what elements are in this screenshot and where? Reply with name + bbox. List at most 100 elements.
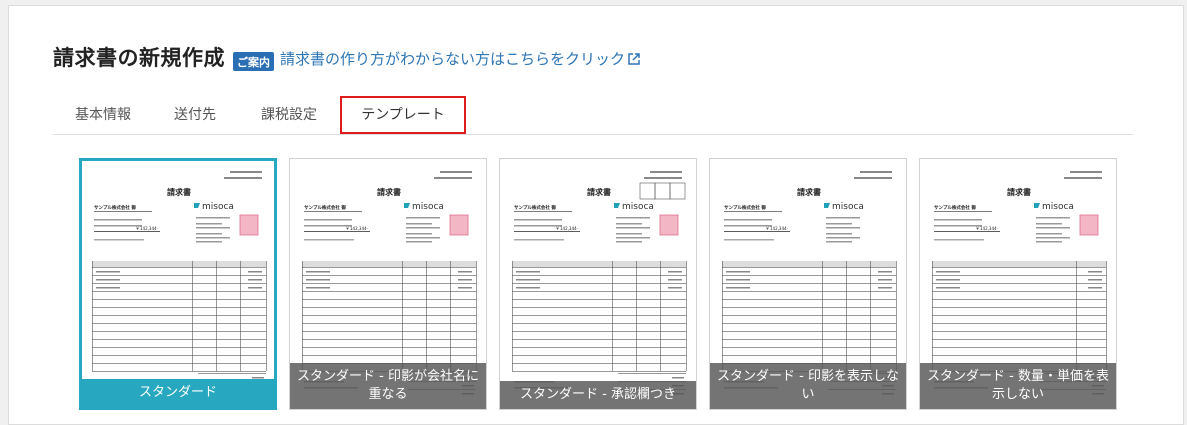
due-date-line — [724, 239, 774, 241]
invoice-recipient: サンプル株式会社 御 — [724, 204, 766, 211]
due-date-line — [304, 239, 354, 241]
table-row-line — [932, 283, 1106, 284]
tab-recipient[interactable]: 送付先 — [174, 104, 216, 124]
table-row-line — [722, 339, 896, 340]
table-row-line — [722, 323, 896, 324]
date-line — [650, 171, 682, 173]
item-text — [726, 287, 750, 289]
table-row-line — [932, 307, 1106, 308]
amount-underline — [304, 231, 370, 232]
misoca-logo-text: misoca — [412, 202, 444, 212]
company-seal — [449, 214, 469, 236]
invoice-no-line — [644, 177, 682, 179]
table-row-line — [512, 299, 686, 300]
misoca-logo-mark — [1034, 203, 1040, 208]
recipient-line — [724, 219, 772, 221]
tab-basic-info[interactable]: 基本情報 — [75, 104, 131, 124]
table-row-line — [722, 315, 896, 316]
table-row-line — [92, 355, 266, 356]
table-col-line — [302, 261, 303, 371]
invoice-thumbnail: 請求書サンプル株式会社 御 misoca ¥ 142,344- — [512, 171, 687, 395]
sender-line — [1036, 227, 1070, 229]
sender-line — [196, 241, 222, 243]
invoice-no-line — [434, 177, 472, 179]
table-col-line — [266, 261, 267, 371]
sender-line — [826, 241, 852, 243]
table-row-line — [932, 315, 1106, 316]
template-card[interactable]: 請求書 サンプル株式会社 御 misoca ¥ 142,344- スタンダード — [79, 158, 277, 410]
due-date-line — [514, 239, 564, 241]
table-row-line — [302, 291, 476, 292]
misoca-logo-mark — [404, 203, 410, 208]
date-line — [230, 171, 262, 173]
page-title: 請求書の新規作成 — [53, 46, 225, 70]
recipient-underline — [934, 211, 992, 212]
table-row-line — [512, 291, 686, 292]
item-text — [936, 287, 960, 289]
date-line — [1070, 171, 1102, 173]
item-text — [306, 279, 330, 281]
external-link-icon — [628, 51, 640, 69]
template-label: スタンダード - 数量・単価を表示しない — [920, 363, 1116, 409]
template-card[interactable]: 請求書 サンプル株式会社 御 misoca ¥ 142,344- スタンダード - 数… — [919, 158, 1117, 410]
table-row-line — [92, 275, 266, 276]
invoice-amount: ¥ 142,344- — [346, 226, 368, 231]
tab-template[interactable]: テンプレート — [340, 96, 466, 134]
template-card[interactable]: 請求書 サンプル株式会社 御 misoca ¥ 142,344- スタンダード - 印… — [289, 158, 487, 410]
recipient-underline — [94, 211, 152, 212]
table-row-line — [512, 275, 686, 276]
item-text — [726, 271, 750, 273]
sender-line — [616, 223, 642, 225]
table-col-line — [660, 261, 661, 371]
table-row-line — [92, 339, 266, 340]
invoice-no-line — [224, 177, 262, 179]
table-row-line — [512, 323, 686, 324]
table-row-line — [92, 299, 266, 300]
tab-tax-settings[interactable]: 課税設定 — [261, 104, 317, 124]
invoice-amount: ¥ 142,344- — [766, 226, 788, 231]
table-row-line — [512, 339, 686, 340]
sender-line — [406, 223, 432, 225]
table-col-line — [1076, 261, 1077, 371]
invoice-recipient: サンプル株式会社 御 — [304, 204, 346, 211]
template-card[interactable]: 請求書 サンプル株式会社 御 misoca ¥ 142,344- スタンダード - 印… — [709, 158, 907, 410]
table-col-line — [240, 261, 241, 371]
item-price — [878, 287, 892, 289]
sender-line — [196, 223, 222, 225]
table-col-line — [216, 261, 217, 371]
table-row-line — [302, 323, 476, 324]
template-label: スタンダード — [82, 379, 274, 407]
title-row: 請求書の新規作成 ご案内 請求書の作り方がわからない方はこちらをクリック — [53, 42, 640, 72]
total-value — [672, 377, 684, 379]
template-label: スタンダード - 印影が会社名に重なる — [290, 363, 486, 409]
item-price — [1088, 271, 1102, 273]
company-seal — [659, 214, 679, 236]
table-col-line — [612, 261, 613, 371]
date-line — [860, 171, 892, 173]
table-row-line — [512, 331, 686, 332]
help-link-text: 請求書の作り方がわからない方はこちらをクリック — [280, 49, 626, 68]
table-col-line — [686, 261, 687, 371]
due-date-line — [934, 239, 984, 241]
item-price — [878, 271, 892, 273]
recipient-line — [724, 225, 772, 227]
item-text — [516, 271, 540, 273]
table-row-line — [302, 267, 476, 268]
item-price — [668, 271, 682, 273]
table-row-line — [92, 371, 266, 372]
table-row-line — [932, 331, 1106, 332]
template-card[interactable]: 請求書 サンプル株式会社 御 misoca ¥ 142,344- スタンダード - 承… — [499, 158, 697, 410]
sender-line — [196, 237, 230, 239]
table-row-line — [512, 307, 686, 308]
help-link[interactable]: 請求書の作り方がわからない方はこちらをクリック — [280, 48, 640, 69]
guide-badge[interactable]: ご案内 — [233, 51, 274, 71]
table-row-line — [302, 315, 476, 316]
sender-line — [196, 227, 230, 229]
table-row-line — [932, 347, 1106, 348]
table-col-line — [822, 261, 823, 371]
table-row-line — [302, 355, 476, 356]
invoice-recipient: サンプル株式会社 御 — [94, 204, 136, 211]
item-price — [1088, 287, 1102, 289]
amount-underline — [934, 231, 1000, 232]
table-col-line — [846, 261, 847, 371]
